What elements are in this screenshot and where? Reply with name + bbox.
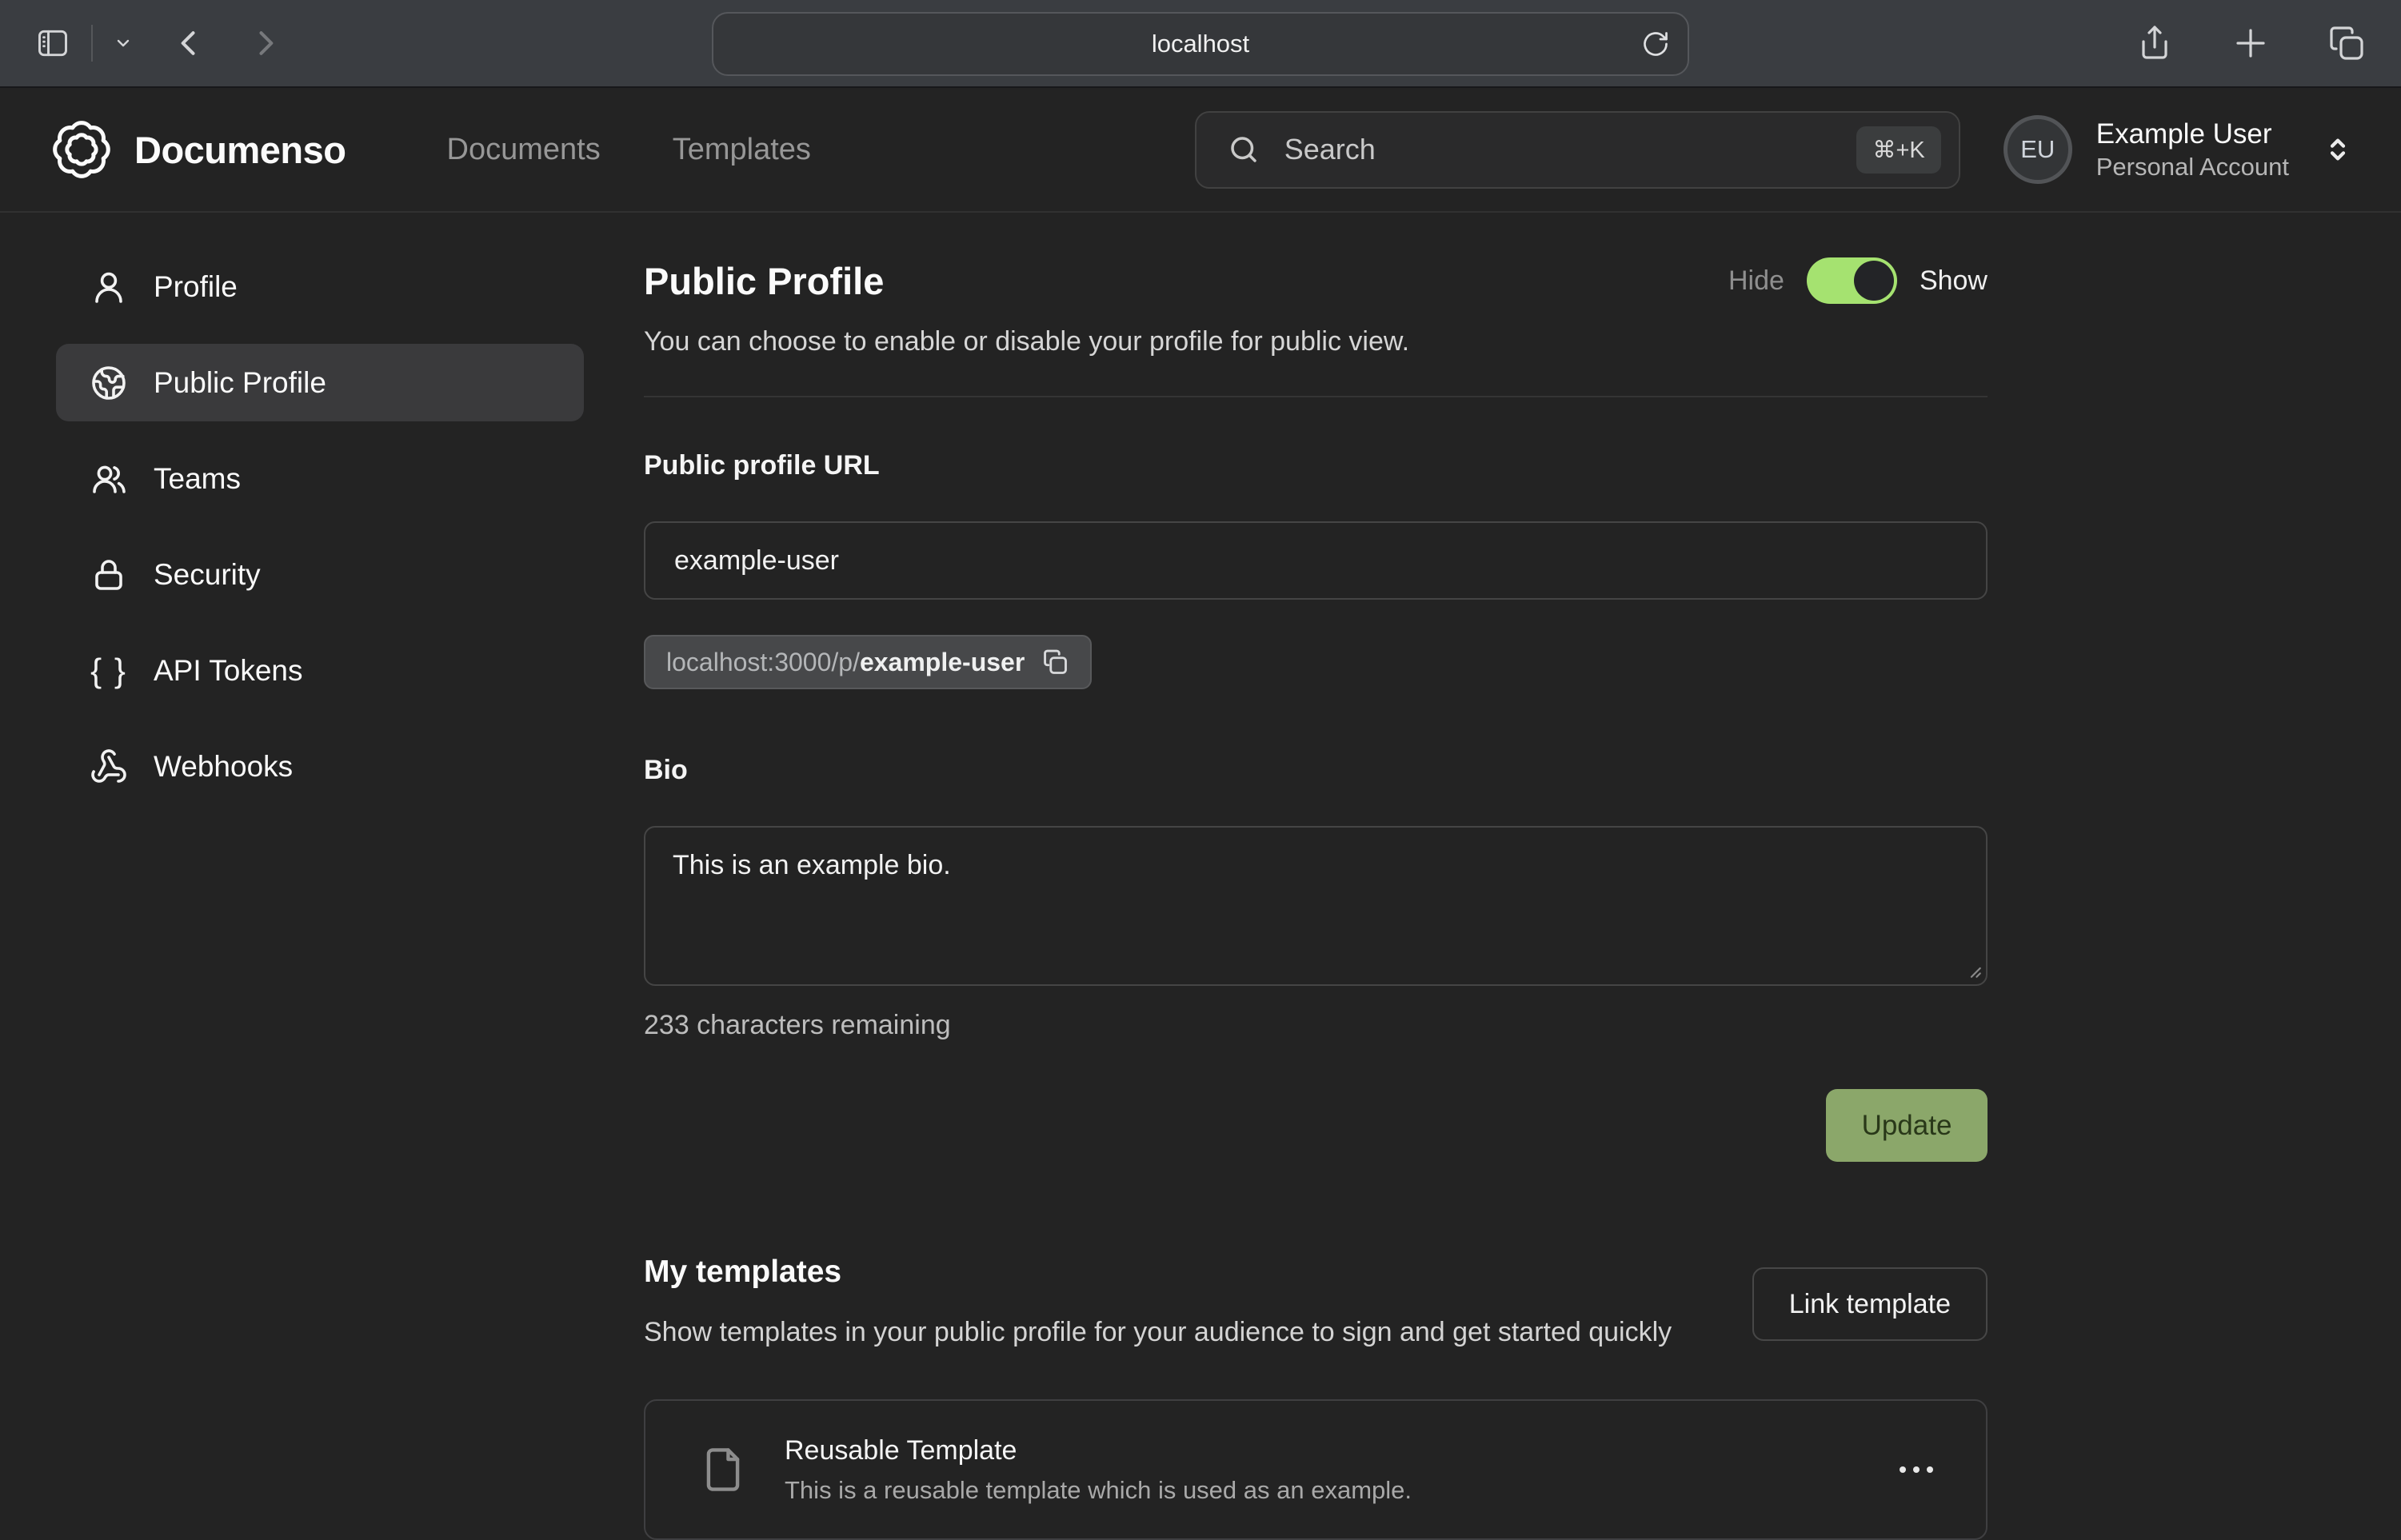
globe-icon: [90, 364, 128, 402]
lock-icon: [90, 556, 128, 594]
back-button[interactable]: [171, 26, 206, 61]
app-header: Documenso Documents Templates ⌘+K EU Exa…: [0, 88, 2401, 213]
template-card[interactable]: Reusable Template This is a reusable tem…: [644, 1399, 1988, 1540]
sidebar-item-api-tokens[interactable]: { } API Tokens: [56, 632, 584, 709]
sidebar-item-profile[interactable]: Profile: [56, 248, 584, 325]
sidebar-item-teams[interactable]: Teams: [56, 440, 584, 517]
address-bar[interactable]: localhost: [712, 12, 1689, 76]
characters-remaining: 233 characters remaining: [644, 1010, 1988, 1041]
nav-documents[interactable]: Documents: [447, 133, 601, 167]
template-description: This is a reusable template which is use…: [785, 1476, 1412, 1505]
sidebar-item-label: Public Profile: [154, 366, 326, 400]
page-title: Public Profile: [644, 259, 884, 303]
settings-sidebar: Profile Public Profile Teams: [56, 248, 584, 1540]
page-subtitle: You can choose to enable or disable your…: [644, 326, 1988, 357]
new-tab-button[interactable]: [2231, 24, 2270, 62]
sidebar-toggle-button[interactable]: [35, 26, 70, 61]
search-icon: [1227, 133, 1260, 166]
brand[interactable]: Documenso: [50, 118, 346, 182]
panel-left-icon: [35, 26, 70, 61]
forward-button[interactable]: [248, 26, 283, 61]
public-profile-url-input[interactable]: [644, 521, 1988, 600]
templates-header-text: My templates Show templates in your publ…: [644, 1255, 1672, 1353]
ellipsis-icon: [1913, 1466, 1920, 1473]
link-template-button[interactable]: Link template: [1752, 1267, 1988, 1341]
url-field-label: Public profile URL: [644, 450, 1988, 481]
template-card-text: Reusable Template This is a reusable tem…: [785, 1435, 1412, 1505]
sidebar-item-label: Security: [154, 558, 261, 592]
chevrons-up-down-icon: [2321, 133, 2355, 166]
toggle-show-label: Show: [1920, 265, 1988, 297]
browser-chrome: localhost: [0, 0, 2401, 88]
share-icon: [2135, 24, 2174, 62]
user-icon: [90, 268, 128, 306]
sidebar-item-label: API Tokens: [154, 654, 302, 688]
documenso-logo-icon: [50, 118, 114, 182]
ellipsis-icon: [1927, 1466, 1933, 1473]
account-type: Personal Account: [2096, 152, 2289, 183]
sidebar-item-public-profile[interactable]: Public Profile: [56, 344, 584, 421]
account-info: Example User Personal Account: [2096, 117, 2289, 183]
public-profile-panel: Public Profile Hide Show You can choose …: [644, 248, 1988, 1540]
tabs-overview-icon: [2327, 24, 2366, 62]
account-menu[interactable]: EU Example User Personal Account: [2003, 115, 2355, 184]
search-box[interactable]: ⌘+K: [1195, 111, 1960, 189]
copy-link-button[interactable]: [1041, 648, 1069, 676]
public-profile-link[interactable]: localhost:3000/p/example-user: [644, 635, 1092, 689]
chevron-right-icon: [248, 26, 283, 61]
my-templates-description: Show templates in your public profile fo…: [644, 1312, 1672, 1353]
sidebar-item-security[interactable]: Security: [56, 536, 584, 613]
account-name: Example User: [2096, 117, 2289, 152]
account-switcher-caret: [2321, 133, 2355, 166]
avatar-initials: EU: [2020, 135, 2055, 164]
bio-field-label: Bio: [644, 755, 1988, 786]
copy-icon: [1041, 648, 1069, 676]
nav-templates[interactable]: Templates: [673, 133, 811, 167]
bio-textarea[interactable]: This is an example bio.: [644, 826, 1988, 986]
braces-icon: { }: [90, 652, 128, 690]
profile-visibility-toggle-group: Hide Show: [1728, 257, 1988, 304]
browser-nav-controls: [35, 25, 283, 62]
section-divider: [644, 396, 1988, 397]
webhook-icon: [90, 748, 128, 786]
switch-knob: [1854, 261, 1894, 301]
template-title: Reusable Template: [785, 1435, 1412, 1466]
chrome-divider: [91, 25, 93, 62]
sidebar-dropdown-button[interactable]: [114, 34, 133, 53]
sidebar-item-label: Teams: [154, 462, 241, 496]
search-shortcut-badge: ⌘+K: [1856, 126, 1940, 174]
profile-link-prefix: localhost:3000/p/: [666, 648, 860, 676]
profile-link-username: example-user: [860, 648, 1025, 676]
tab-overview-button[interactable]: [2327, 24, 2366, 62]
avatar: EU: [2003, 115, 2072, 184]
sidebar-item-label: Webhooks: [154, 750, 293, 784]
reload-button[interactable]: [1641, 30, 1670, 58]
file-icon: [698, 1445, 748, 1494]
sidebar-item-webhooks[interactable]: Webhooks: [56, 728, 584, 805]
users-icon: [90, 460, 128, 498]
browser-actions: [2135, 24, 2366, 62]
brand-name: Documenso: [134, 128, 346, 172]
update-button[interactable]: Update: [1826, 1089, 1988, 1162]
template-menu-button[interactable]: [1900, 1466, 1933, 1473]
my-templates-title: My templates: [644, 1255, 1672, 1290]
sidebar-item-label: Profile: [154, 270, 238, 304]
chevron-down-icon: [114, 34, 133, 53]
plus-icon: [2231, 24, 2270, 62]
share-button[interactable]: [2135, 24, 2174, 62]
main-nav: Documents Templates: [447, 133, 811, 167]
profile-visibility-switch[interactable]: [1807, 257, 1897, 304]
content: Profile Public Profile Teams: [0, 213, 2401, 1540]
toggle-hide-label: Hide: [1728, 265, 1784, 297]
search-input[interactable]: [1284, 133, 1833, 166]
ellipsis-icon: [1900, 1466, 1906, 1473]
reload-icon: [1641, 30, 1670, 58]
chevron-left-icon: [171, 26, 206, 61]
address-bar-url: localhost: [1152, 30, 1249, 58]
